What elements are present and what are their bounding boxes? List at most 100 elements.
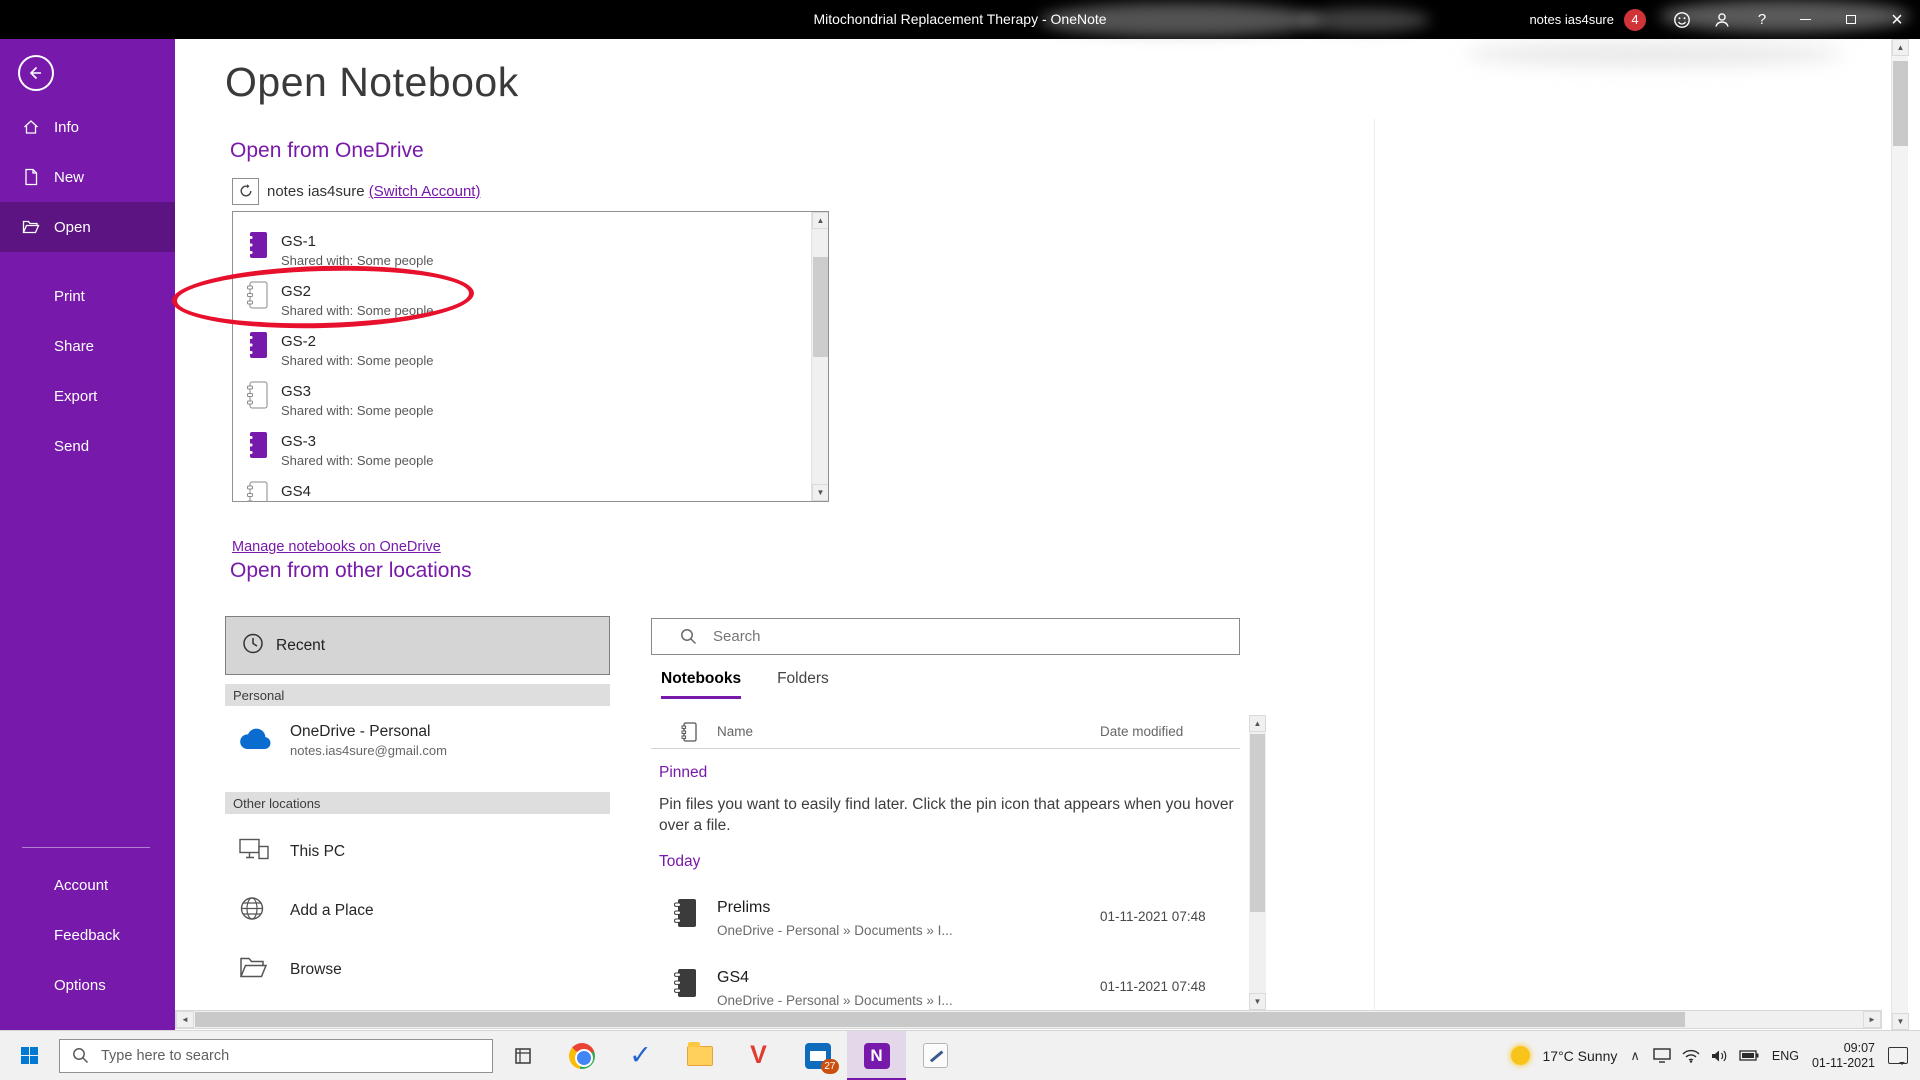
close-button[interactable]: × — [1874, 0, 1920, 39]
action-center-icon[interactable] — [1888, 1047, 1908, 1064]
file-path: OneDrive - Personal » Documents » I... — [717, 993, 953, 1008]
this-pc-item[interactable]: This PC — [225, 822, 610, 881]
backstage-sidebar: Info New Open Print Share Export — [0, 39, 175, 1030]
scroll-up-arrow[interactable]: ▲ — [812, 212, 829, 229]
sidebar-divider — [22, 847, 150, 848]
header-decoration — [1465, 41, 1845, 67]
task-view-button[interactable] — [493, 1031, 552, 1080]
scrollbar-thumb[interactable] — [195, 1012, 1685, 1027]
back-button[interactable] — [18, 55, 54, 91]
battery-icon[interactable] — [1739, 1050, 1759, 1061]
refresh-button[interactable] — [232, 178, 259, 205]
sidebar-item-export[interactable]: Export — [0, 371, 175, 421]
page-title: Open Notebook — [225, 59, 519, 106]
titlebar-account-name[interactable]: notes ias4sure — [1529, 12, 1614, 27]
help-button[interactable]: ? — [1742, 0, 1782, 39]
weather-text[interactable]: 17°C Sunny — [1543, 1048, 1618, 1064]
scroll-up-arrow[interactable]: ▲ — [1249, 715, 1266, 732]
taskbar-app-pen[interactable] — [906, 1031, 965, 1080]
notebook-row[interactable]: GS4 — [233, 479, 811, 502]
tray-expand-chevron-icon[interactable]: ∧ — [1630, 1048, 1640, 1064]
notebook-list-scrollbar[interactable]: ▲ ▼ — [811, 212, 828, 501]
notebook-row[interactable]: GS-3 Shared with: Some people — [233, 429, 811, 479]
open-folder-icon — [22, 218, 40, 236]
notebook-shared-label: Shared with: Some people — [281, 452, 811, 470]
scroll-right-arrow[interactable]: ► — [1863, 1011, 1881, 1028]
personal-group-header: Personal — [225, 684, 610, 706]
clock[interactable]: 09:07 01-11-2021 — [1812, 1041, 1875, 1071]
minimize-button[interactable] — [1782, 0, 1828, 39]
wifi-icon[interactable] — [1682, 1049, 1700, 1063]
taskbar-app-onenote[interactable]: N — [847, 1031, 906, 1080]
recent-button[interactable]: Recent — [225, 616, 610, 675]
file-list-scrollbar[interactable]: ▲ ▼ — [1249, 715, 1266, 1010]
notebook-row[interactable]: GS-1 Shared with: Some people — [233, 229, 811, 279]
language-indicator[interactable]: ENG — [1772, 1049, 1799, 1063]
onedrive-personal-item[interactable]: OneDrive - Personal notes.ias4sure@gmail… — [225, 714, 610, 771]
taskbar-app-mail[interactable]: 27 — [788, 1031, 847, 1080]
taskbar-app-chrome[interactable] — [552, 1031, 611, 1080]
taskbar-app-file-explorer[interactable] — [670, 1031, 729, 1080]
column-header-date-modified[interactable]: Date modified — [1100, 724, 1183, 739]
notebook-name: GS3 — [281, 379, 811, 402]
sidebar-item-open[interactable]: Open — [0, 202, 175, 252]
taskbar-search-box[interactable] — [59, 1039, 493, 1073]
maximize-button[interactable] — [1828, 0, 1874, 39]
sidebar-item-new[interactable]: New — [0, 152, 175, 202]
file-row-gs4[interactable]: GS4 OneDrive - Personal » Documents » I.… — [651, 966, 1240, 1010]
notification-count-badge[interactable]: 4 — [1624, 9, 1646, 31]
notebook-name: GS-3 — [281, 429, 811, 452]
scrollbar-thumb[interactable] — [1893, 61, 1908, 146]
scroll-down-arrow[interactable]: ▼ — [1892, 1013, 1909, 1030]
sidebar-item-info[interactable]: Info — [0, 102, 175, 152]
notebook-row[interactable]: Shared with: Some people — [233, 211, 811, 229]
purple-notebook-icon — [246, 331, 268, 364]
notebook-shared-label: Shared with: Some people — [281, 252, 811, 270]
sidebar-item-label: Info — [54, 119, 79, 136]
tab-notebooks[interactable]: Notebooks — [661, 670, 741, 699]
switch-account-link[interactable]: (Switch Account) — [369, 183, 481, 200]
taskbar-app-todo[interactable]: ✓ — [611, 1031, 670, 1080]
account-person-icon[interactable] — [1702, 0, 1742, 39]
taskbar-app-red-v[interactable]: V — [729, 1031, 788, 1080]
chrome-icon — [569, 1043, 595, 1069]
purple-notebook-icon — [246, 431, 268, 464]
sidebar-item-feedback[interactable]: Feedback — [0, 910, 175, 960]
sidebar-item-options[interactable]: Options — [0, 960, 175, 1010]
scroll-down-arrow[interactable]: ▼ — [812, 484, 829, 501]
add-a-place-item[interactable]: Add a Place — [225, 881, 610, 940]
window-horizontal-scrollbar[interactable]: ◄ ► — [175, 1010, 1882, 1029]
file-date-modified: 01-11-2021 07:48 — [1100, 979, 1206, 994]
sidebar-item-label: Feedback — [54, 927, 120, 944]
scrollbar-thumb[interactable] — [1250, 734, 1265, 912]
sidebar-item-account[interactable]: Account — [0, 860, 175, 910]
manage-notebooks-link[interactable]: Manage notebooks on OneDrive — [232, 539, 441, 555]
scroll-down-arrow[interactable]: ▼ — [1249, 993, 1266, 1010]
sidebar-item-label: Print — [54, 288, 85, 305]
monitor-tray-icon[interactable] — [1653, 1048, 1671, 1063]
file-row-prelims[interactable]: Prelims OneDrive - Personal » Documents … — [651, 896, 1240, 954]
search-box[interactable] — [651, 618, 1240, 655]
tab-folders[interactable]: Folders — [777, 670, 829, 699]
browse-item[interactable]: Browse — [225, 940, 610, 999]
onedrive-notebook-list: Shared with: Some people GS-1 Shared wit… — [232, 211, 829, 502]
backstage-content: Open Notebook Open from OneDrive notes i… — [175, 39, 1890, 1010]
scrollbar-thumb[interactable] — [813, 257, 828, 357]
weather-sun-icon[interactable] — [1511, 1046, 1530, 1065]
sidebar-item-send[interactable]: Send — [0, 421, 175, 471]
speaker-icon[interactable] — [1711, 1049, 1728, 1063]
column-header-name[interactable]: Name — [717, 724, 753, 739]
notebook-row[interactable]: GS-2 Shared with: Some people — [233, 329, 811, 379]
window-vertical-scrollbar[interactable]: ▲ ▼ — [1891, 39, 1908, 1030]
taskbar-search-input[interactable] — [99, 1047, 492, 1065]
notebook-row[interactable]: GS3 Shared with: Some people — [233, 379, 811, 429]
notebook-row-gs2[interactable]: GS2 Shared with: Some people — [233, 279, 811, 329]
sidebar-item-print[interactable]: Print — [0, 271, 175, 321]
feedback-smiley-icon[interactable] — [1662, 0, 1702, 39]
scroll-left-arrow[interactable]: ◄ — [176, 1011, 194, 1028]
start-button[interactable] — [0, 1031, 59, 1080]
red-v-app-icon: V — [750, 1043, 767, 1068]
sidebar-item-share[interactable]: Share — [0, 321, 175, 371]
search-input[interactable] — [711, 627, 1239, 646]
scroll-up-arrow[interactable]: ▲ — [1892, 39, 1909, 56]
